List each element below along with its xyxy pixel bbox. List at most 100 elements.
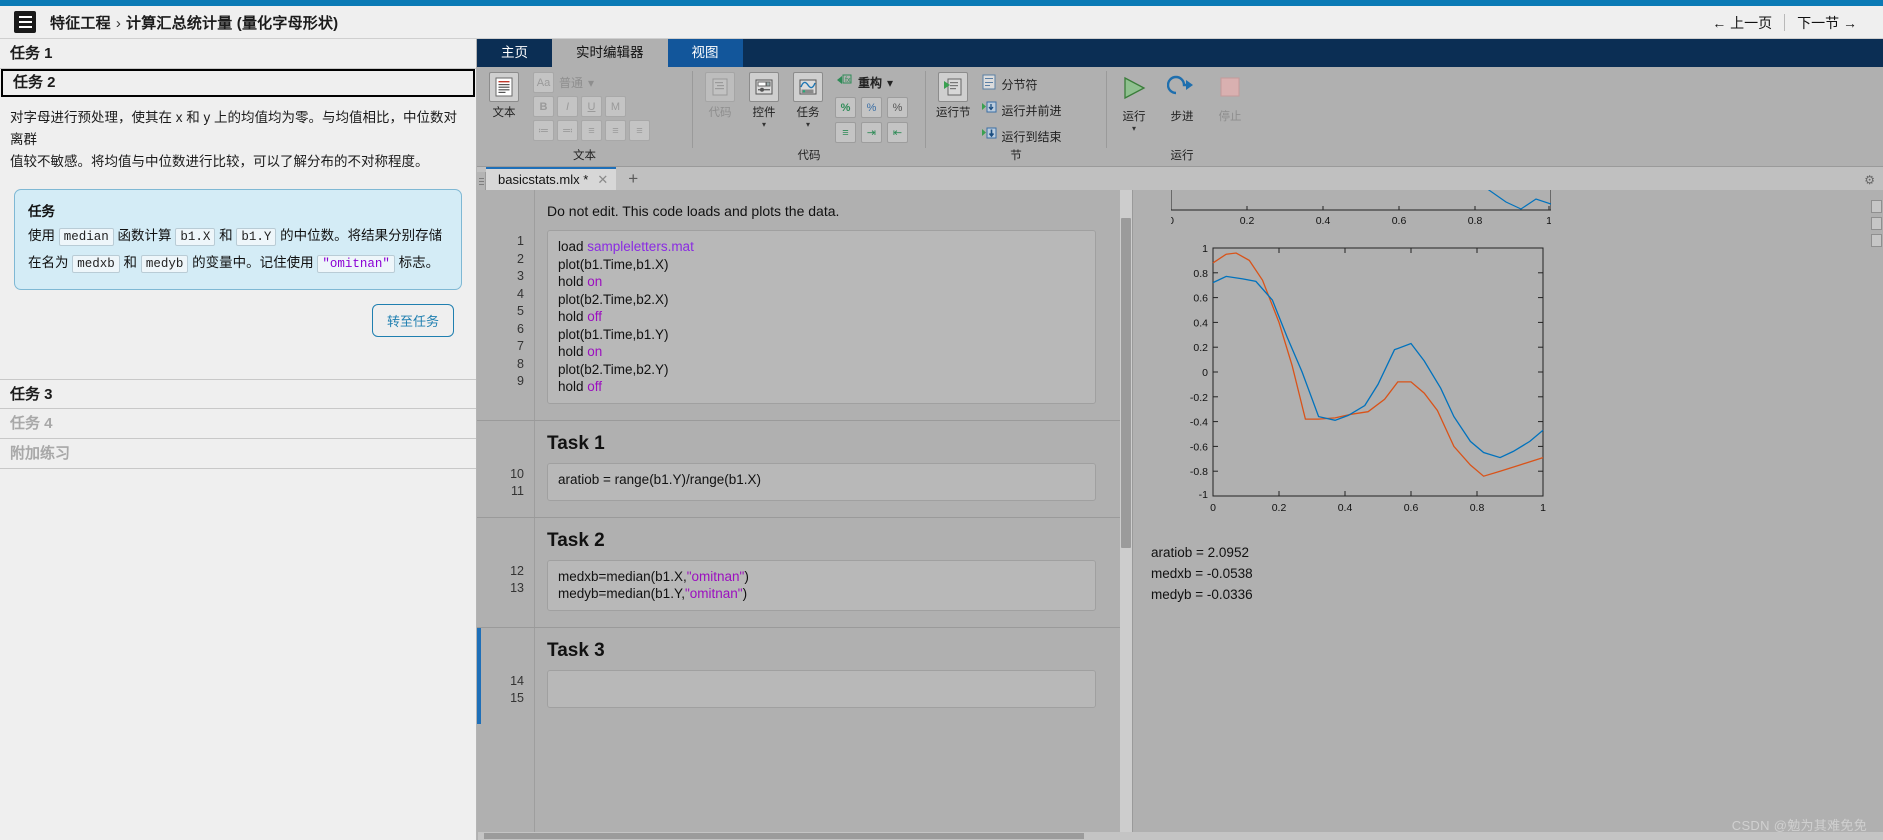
chevron-down-icon[interactable]: ▾ (762, 121, 766, 129)
uncomment-icon[interactable]: % (861, 97, 882, 118)
editor-scroll-area[interactable]: Do not edit. This code loads and plots t… (477, 190, 1120, 840)
sidebar-item-task-2[interactable]: 任务 2 (1, 69, 475, 97)
step-button[interactable]: 步进 (1165, 75, 1199, 124)
stop-button[interactable]: 停止 (1213, 75, 1247, 124)
comment-percent-icon[interactable]: % (835, 97, 856, 118)
code-block-task-1[interactable]: aratiob = range(b1.Y)/range(b1.X) (547, 462, 1096, 501)
tab-view[interactable]: 视图 (667, 39, 743, 67)
controls-button[interactable]: 控件 ▾ (747, 72, 781, 129)
breadcrumb-root[interactable]: 特征工程 (50, 15, 111, 32)
chevron-down-icon[interactable]: ▾ (588, 76, 594, 90)
svg-text:0.6: 0.6 (1392, 215, 1407, 227)
increase-indent-icon[interactable]: ⇥ (861, 122, 882, 143)
sidebar-item-extra-practice[interactable]: 附加练习 (0, 439, 476, 469)
editor-section-task-2: Task 2 12 13 medxb=median(b1.X,"omitnan"… (477, 516, 1120, 627)
hamburger-icon[interactable] (14, 11, 36, 33)
next-section-button[interactable]: 下一节 → (1785, 13, 1869, 33)
bullet-list-icon[interactable]: ≔ (533, 120, 554, 141)
sidebar-item-task-3[interactable]: 任务 3 (0, 379, 476, 409)
document-tab-basicstats[interactable]: basicstats.mlx * ✕ (486, 167, 617, 191)
ribbon-group-run-label: 运行 (1170, 150, 1194, 162)
task-button[interactable]: 任务 ▾ (791, 72, 825, 129)
horizontal-scrollbar-thumb[interactable] (484, 833, 1084, 839)
chevron-down-icon[interactable]: ▾ (806, 121, 810, 129)
output-tool-icon-1[interactable] (1871, 200, 1882, 213)
output-tool-icon-2[interactable] (1871, 217, 1882, 230)
section-break-button[interactable]: 分节符 (981, 74, 1062, 95)
output-tool-icon-3[interactable] (1871, 234, 1882, 247)
decrease-indent-icon[interactable]: ⇤ (887, 122, 908, 143)
bold-button[interactable]: B (533, 96, 554, 117)
editor-scrollbar-thumb[interactable] (1121, 218, 1131, 548)
align-right-icon[interactable]: ≡ (629, 120, 650, 141)
horizontal-scrollbar[interactable] (478, 832, 1883, 840)
svg-text:0: 0 (1171, 215, 1174, 227)
control-icon (749, 72, 779, 102)
chevron-down-icon[interactable]: ▾ (1132, 125, 1136, 133)
new-tab-button[interactable]: + (616, 167, 650, 190)
editor-vertical-scrollbar[interactable] (1120, 190, 1132, 840)
text-button[interactable]: 文本 (487, 72, 521, 120)
align-left-icon[interactable]: ≡ (581, 120, 602, 141)
refactor-label[interactable]: 重构 (858, 74, 882, 91)
code-line: plot(b2.Time,b2.X) (558, 291, 1085, 309)
output-aratiob: aratiob = 2.0952 (1151, 545, 1249, 560)
run-to-end-label: 运行到结束 (1001, 130, 1062, 144)
task-2-description: 对字母进行预处理，使其在 x 和 y 上的均值均为零。与均值相比，中位数对离群 … (10, 107, 466, 173)
ribbon-group-code-label: 代码 (797, 150, 821, 162)
run-button[interactable]: 运行 ▾ (1117, 75, 1151, 133)
run-section-button[interactable]: 运行节 (936, 72, 971, 120)
svg-text:1: 1 (1546, 215, 1551, 227)
chevron-down-icon[interactable]: ▾ (887, 76, 893, 90)
callout-text-7: 标志。 (398, 255, 440, 270)
run-and-advance-button[interactable]: 运行并前进 (981, 100, 1062, 121)
gutter-numbers-task3-title (477, 628, 535, 670)
ribbon-group-text: 文本 Aa 普通 ▾ B I U M ≔ ≕ ≡ ≡ ≡ 文本 (477, 67, 692, 166)
code-block-task-2[interactable]: medxb=median(b1.X,"omitnan") medyb=media… (547, 559, 1096, 611)
svg-text:-0.4: -0.4 (1190, 417, 1208, 429)
code-line: medyb=median(b1.Y,"omitnan") (558, 585, 1085, 603)
run-to-end-button[interactable]: 运行到结束 (981, 126, 1062, 147)
code-block-task-3[interactable] (547, 669, 1096, 708)
font-style-icon[interactable]: Aa (533, 72, 554, 93)
sidebar-item-task-1[interactable]: 任务 1 (0, 39, 476, 69)
tabbar-grip[interactable] (477, 172, 486, 190)
svg-text:0.4: 0.4 (1316, 215, 1331, 227)
close-icon[interactable]: ✕ (597, 168, 608, 191)
code-button[interactable]: 代码 (703, 72, 737, 120)
code-line: plot(b1.Time,b1.X) (558, 256, 1085, 274)
callout-code-medyb: medyb (140, 255, 189, 273)
ribbon-group-code: 代码 控件 ▾ 任务 ▾ fx 重构 ▾ % % % ≡ ⇥ ⇤ 代码 (693, 67, 925, 166)
svg-text:-0.6: -0.6 (1190, 441, 1208, 453)
previous-page-button[interactable]: ← 上一页 (1700, 13, 1784, 33)
monospace-button[interactable]: M (605, 96, 626, 117)
numbered-list-icon[interactable]: ≕ (557, 120, 578, 141)
line-number: 2 (517, 251, 524, 266)
italic-button[interactable]: I (557, 96, 578, 117)
wrap-comment-icon[interactable]: % (887, 97, 908, 118)
code-block-icon (705, 72, 735, 102)
style-dropdown-label[interactable]: 普通 (559, 74, 583, 91)
code-block-intro[interactable]: load sampleletters.mat plot(b1.Time,b1.X… (547, 230, 1096, 404)
svg-text:0: 0 (1210, 502, 1216, 514)
align-center-icon[interactable]: ≡ (605, 120, 626, 141)
underline-button[interactable]: U (581, 96, 602, 117)
tab-home[interactable]: 主页 (477, 39, 552, 67)
smart-indent-icon[interactable]: ≡ (835, 122, 856, 143)
refactor-icon[interactable]: fx (835, 72, 853, 93)
svg-text:0.8: 0.8 (1468, 215, 1483, 227)
code-token: plot(b1.Time,b1.X) (558, 256, 669, 272)
variable-output-list: aratiob = 2.0952 medxb = -0.0538 medyb =… (1151, 542, 1253, 605)
task-instruction-callout: 任务 使用 median 函数计算 b1.X 和 b1.Y 的中位数。将结果分别… (14, 189, 462, 290)
code-line: hold on (558, 273, 1085, 291)
goto-task-button[interactable]: 转至任务 (371, 304, 454, 337)
svg-text:0: 0 (1202, 367, 1208, 379)
line-number: 9 (517, 374, 524, 388)
code-token-keyword: off (587, 309, 603, 324)
callout-code-omitnan: "omitnan" (317, 255, 395, 273)
tab-live-editor[interactable]: 实时编辑器 (552, 39, 668, 67)
sidebar-item-task-4[interactable]: 任务 4 (0, 409, 476, 439)
svg-text:1: 1 (1540, 502, 1546, 514)
gear-icon[interactable]: ⚙ (1864, 173, 1875, 187)
app-header: 特征工程 › 计算汇总统计量 (量化字母形状) ← 上一页 下一节 → (0, 6, 1883, 39)
